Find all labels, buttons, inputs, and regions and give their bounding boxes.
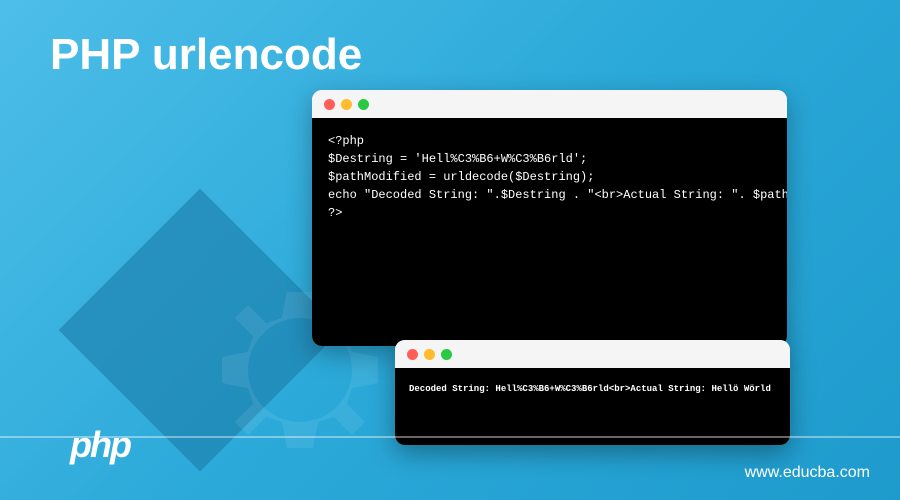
code-line: echo "Decoded String: ".$Destring . "<br… [328, 186, 771, 204]
code-line: $Destring = 'Hell%C3%B6+W%C3%B6rld'; [328, 150, 771, 168]
minimize-icon [424, 349, 435, 360]
window-titlebar [395, 340, 790, 368]
code-window-output: Decoded String: Hell%C3%B6+W%C3%B6rld<br… [395, 340, 790, 445]
output-line: Decoded String: Hell%C3%B6+W%C3%B6rld<br… [409, 384, 776, 396]
code-content: <?php $Destring = 'Hell%C3%B6+W%C3%B6rld… [312, 118, 787, 346]
close-icon [407, 349, 418, 360]
window-titlebar [312, 90, 787, 118]
maximize-icon [441, 349, 452, 360]
code-line: $pathModified = urldecode($Destring); [328, 168, 771, 186]
website-url: www.educba.com [745, 464, 870, 482]
php-logo: php [40, 415, 160, 475]
close-icon [324, 99, 335, 110]
output-content: Decoded String: Hell%C3%B6+W%C3%B6rld<br… [395, 368, 790, 445]
code-window-source: <?php $Destring = 'Hell%C3%B6+W%C3%B6rld… [312, 90, 787, 346]
php-logo-text: php [70, 424, 130, 466]
maximize-icon [358, 99, 369, 110]
minimize-icon [341, 99, 352, 110]
code-line: <?php [328, 132, 771, 150]
code-line: ?> [328, 204, 771, 222]
page-title: PHP urlencode [50, 30, 362, 80]
